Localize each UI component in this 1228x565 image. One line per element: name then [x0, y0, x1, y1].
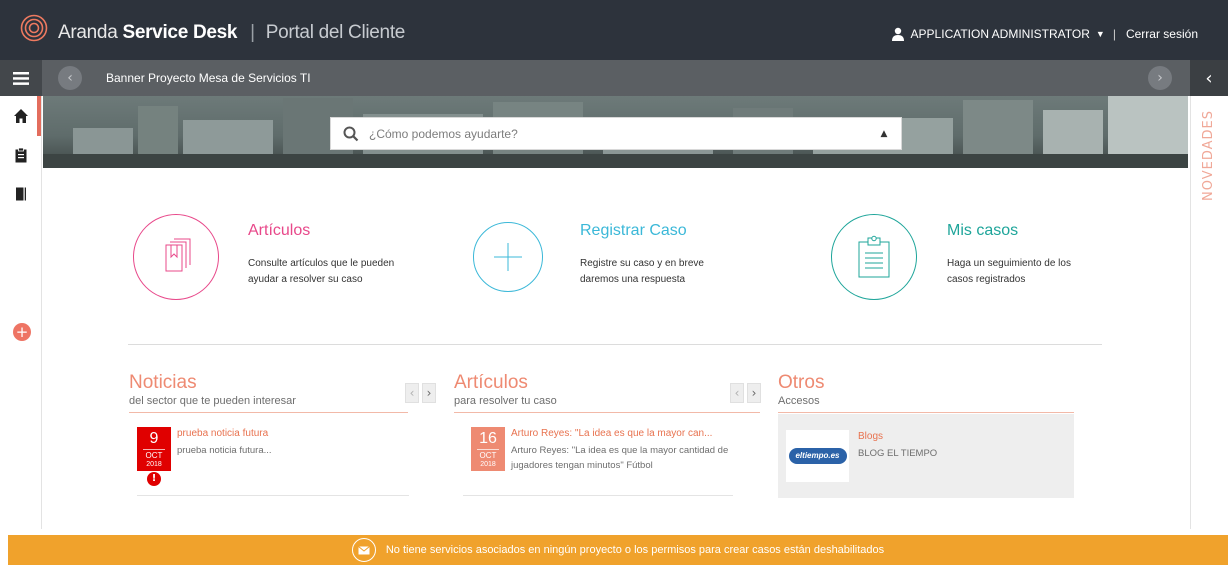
- others-item-title[interactable]: Blogs: [858, 431, 883, 442]
- caret-up-icon: ▲: [880, 128, 888, 139]
- others-title: Otros: [778, 372, 825, 393]
- banner-title: Banner Proyecto Mesa de Servicios TI: [106, 71, 311, 85]
- chevron-right-icon: ›: [1157, 70, 1163, 86]
- feature-register-desc: Registre su caso y en breve daremos una …: [580, 258, 704, 285]
- articles-next-button[interactable]: ›: [747, 383, 761, 403]
- article-item-title[interactable]: Arturo Reyes: "La idea es que la mayor c…: [511, 428, 712, 439]
- news-item-divider: [137, 495, 409, 496]
- portal-name: Portal del Cliente: [265, 22, 406, 43]
- chevron-left-icon: ‹: [67, 70, 73, 86]
- panel-collapse-button[interactable]: ‹: [1190, 60, 1228, 96]
- others-item[interactable]: eltiempo.es Blogs BLOG EL TIEMPO: [778, 414, 1074, 498]
- chevron-left-icon: ‹: [1205, 67, 1213, 89]
- user-menu[interactable]: APPLICATION ADMINISTRATOR: [911, 27, 1090, 41]
- alert-message: No tiene servicios asociados en ningún p…: [385, 544, 885, 556]
- brand-title: Aranda Service Desk | Portal del Cliente: [58, 22, 405, 44]
- hamburger-icon: [13, 71, 29, 85]
- plus-icon: [494, 243, 522, 271]
- chevron-right-icon: ›: [426, 386, 432, 400]
- chevron-down-icon[interactable]: ▼: [1096, 29, 1105, 39]
- chevron-left-icon: ‹: [734, 386, 740, 400]
- article-year: 2018: [480, 461, 496, 468]
- articles-prev-button[interactable]: ‹: [730, 383, 744, 403]
- menu-toggle-button[interactable]: [0, 60, 42, 96]
- add-case-button[interactable]: +: [13, 323, 31, 341]
- article-month: OCT: [477, 449, 499, 460]
- news-year: 2018: [146, 461, 162, 468]
- user-icon: [891, 27, 904, 41]
- news-panel-label: NOVEDADES: [1201, 110, 1216, 201]
- feature-my-cases-title: Mis casos: [947, 222, 1019, 239]
- brand-name-light: Aranda: [58, 22, 118, 43]
- articles-book-icon: [165, 238, 191, 272]
- articles-subtitle: para resolver tu caso: [454, 395, 557, 407]
- user-area: APPLICATION ADMINISTRATOR ▼ | Cerrar ses…: [891, 27, 1198, 41]
- banner-road: [43, 154, 1188, 168]
- banner-next-button[interactable]: ›: [1148, 66, 1172, 90]
- articles-section: Artículos para resolver tu caso: [454, 372, 760, 413]
- articles-circle: [133, 214, 219, 300]
- news-next-button[interactable]: ›: [422, 383, 436, 403]
- news-item-text: prueba noticia futura...: [177, 445, 272, 456]
- news-day: 9: [149, 430, 159, 447]
- plus-icon: +: [15, 323, 29, 341]
- search-icon: [343, 126, 359, 142]
- banner-prev-button[interactable]: ‹: [58, 66, 82, 90]
- left-nav: +: [0, 96, 42, 529]
- search-box: ▲: [330, 117, 902, 150]
- news-month: OCT: [143, 449, 165, 460]
- chevron-left-icon: ‹: [409, 386, 415, 400]
- feature-my-cases-desc: Haga un seguimiento de los casos registr…: [947, 258, 1071, 285]
- news-title: Noticias: [129, 372, 197, 393]
- clipboard-icon[interactable]: [13, 147, 29, 163]
- alert-bar: No tiene servicios asociados en ningún p…: [8, 535, 1228, 565]
- others-subtitle: Accesos: [778, 395, 820, 407]
- article-item-divider: [463, 495, 733, 496]
- news-subtitle: del sector que te pueden interesar: [129, 395, 296, 407]
- envelope-icon: [351, 538, 376, 562]
- others-item-text: BLOG EL TIEMPO: [858, 448, 938, 459]
- alert-icon: !: [147, 472, 161, 486]
- brand-separator: |: [250, 22, 255, 43]
- book-icon[interactable]: [13, 186, 29, 202]
- eltiempo-logo: eltiempo.es: [786, 430, 849, 482]
- section-divider: [128, 344, 1102, 345]
- register-circle: [473, 222, 543, 292]
- article-day: 16: [479, 430, 497, 447]
- article-date-badge: 16 OCT 2018: [471, 427, 505, 471]
- news-date-badge: 9 OCT 2018: [137, 427, 171, 471]
- feature-articles-desc: Consulte artículos que le pueden ayudar …: [248, 258, 395, 285]
- news-item-title[interactable]: prueba noticia futura: [177, 428, 268, 439]
- chevron-right-icon: ›: [751, 386, 757, 400]
- aranda-logo-icon: [20, 14, 48, 42]
- news-side-panel[interactable]: NOVEDADES: [1190, 96, 1228, 529]
- articles-title: Artículos: [454, 372, 528, 393]
- others-underline: [778, 412, 1074, 413]
- logout-link[interactable]: Cerrar sesión: [1126, 27, 1198, 41]
- others-section: Otros Accesos: [778, 372, 1074, 413]
- news-section: Noticias del sector que te pueden intere…: [129, 372, 408, 413]
- top-bar: Aranda Service Desk | Portal del Cliente…: [0, 0, 1228, 60]
- news-underline: [129, 412, 408, 413]
- brand-name-bold: Service Desk: [122, 22, 238, 43]
- article-item-text: Arturo Reyes: "La idea es que la mayor c…: [511, 445, 729, 471]
- news-prev-button[interactable]: ‹: [405, 383, 419, 403]
- search-input[interactable]: [369, 125, 849, 143]
- active-indicator: [37, 96, 41, 136]
- my-cases-circle: [831, 214, 917, 300]
- eltiempo-logo-text: eltiempo.es: [788, 448, 847, 464]
- feature-articles-title: Artículos: [248, 222, 311, 239]
- home-icon[interactable]: [13, 108, 29, 124]
- header-separator: |: [1112, 27, 1116, 41]
- search-dropdown-button[interactable]: ▲: [867, 118, 901, 149]
- feature-register-title: Registrar Caso: [580, 222, 687, 239]
- articles-underline: [454, 412, 760, 413]
- clipboard-list-icon: [858, 235, 890, 278]
